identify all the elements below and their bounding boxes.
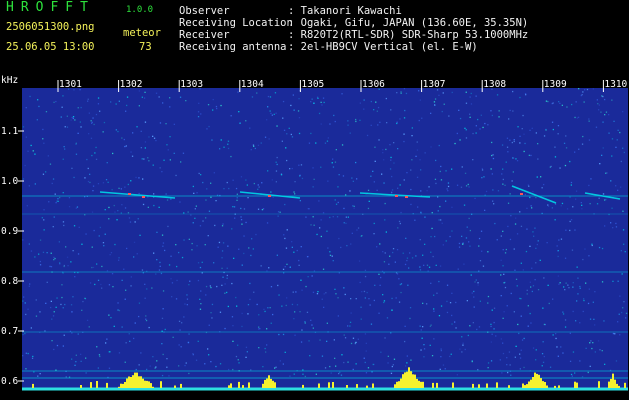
y-tick-label: 1.1 xyxy=(1,126,18,137)
app-version: 1.0.0 xyxy=(126,5,154,15)
y-tick-label: 0.8 xyxy=(1,276,18,287)
x-tick-label: 1301 xyxy=(59,79,82,90)
y-axis-unit: kHz xyxy=(1,75,18,86)
receiver-value: : R820T2(RTL-SDR) SDR-Sharp 53.1000MHz xyxy=(288,29,529,41)
date-time: 25.06.05 13:00 xyxy=(6,41,95,53)
x-tick-label: 1303 xyxy=(180,79,203,90)
y-tick-label: 0.9 xyxy=(1,226,18,237)
file-name: 2506051300.png xyxy=(6,21,95,33)
spectrogram: kHz 1.1 1.0 0.9 0.8 0.7 0.6 1301 1302 1303 1304 13… xyxy=(0,72,629,400)
app-logo: HROFFT xyxy=(6,0,95,15)
y-tick-label: 1.0 xyxy=(1,176,18,187)
observer-value: : Takanori Kawachi xyxy=(288,5,402,17)
receiver-label: Receiver xyxy=(179,29,230,41)
x-tick-label: 1305 xyxy=(301,79,324,90)
x-tick-label: 1310 xyxy=(604,79,627,90)
spectrogram-background xyxy=(22,88,628,388)
location-value: : Ogaki, Gifu, JAPAN (136.60E, 35.35N) xyxy=(288,17,529,29)
x-tick-label: 1309 xyxy=(544,79,567,90)
observer-label: Observer xyxy=(179,5,230,17)
header-panel: HROFFT 1.0.0 2506051300.png meteor 25.06… xyxy=(0,0,629,58)
antenna-label: Receiving antenna xyxy=(179,41,287,53)
x-tick-label: 1304 xyxy=(241,79,264,90)
y-tick-label: 0.7 xyxy=(1,326,18,337)
antenna-value: : 2el-HB9CV Vertical (el. E-W) xyxy=(288,41,478,53)
meteor-count: 73 xyxy=(139,41,152,53)
meteor-label: meteor xyxy=(123,27,161,39)
location-label: Receiving Location xyxy=(179,17,293,29)
y-tick-label: 0.6 xyxy=(1,376,18,387)
x-tick-label: 1307 xyxy=(423,79,446,90)
x-tick-label: 1302 xyxy=(120,79,143,90)
x-tick-label: 1306 xyxy=(362,79,385,90)
x-tick-label: 1308 xyxy=(483,79,506,90)
